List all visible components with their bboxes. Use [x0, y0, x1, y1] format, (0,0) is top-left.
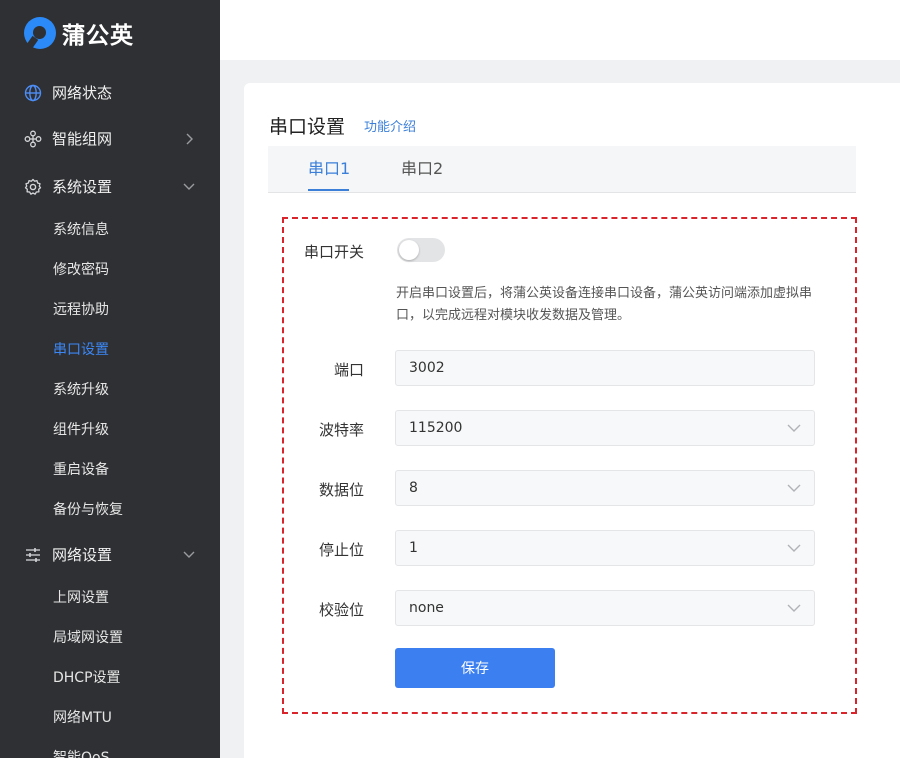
- chevron-down-icon: [787, 424, 801, 432]
- serial-hint-text: 开启串口设置后，将蒲公英设备连接串口设备，蒲公英访问端添加虚拟串口，以完成远程对…: [396, 286, 813, 323]
- serial-switch-toggle[interactable]: [397, 238, 445, 262]
- baud-rate-label: 波特率: [318, 421, 364, 439]
- sidebar-item-dhcp-settings[interactable]: DHCP设置: [53, 658, 121, 698]
- port-value: 3002: [409, 360, 445, 376]
- baud-rate-select[interactable]: 115200: [395, 410, 815, 446]
- page-title: 串口设置: [269, 116, 346, 138]
- nav-group-network-settings[interactable]: 网络设置: [0, 535, 220, 575]
- chevron-down-icon: [787, 604, 801, 612]
- tab-serial-1[interactable]: 串口1: [308, 146, 350, 192]
- sidebar-item-remote-assist[interactable]: 远程协助: [53, 290, 109, 330]
- sidebar-item-system-info[interactable]: 系统信息: [53, 210, 109, 250]
- sidebar-item-internet-settings[interactable]: 上网设置: [53, 578, 109, 618]
- serial-switch-label: 串口开关: [303, 243, 364, 261]
- save-button[interactable]: 保存: [395, 648, 555, 688]
- baud-rate-value: 115200: [409, 420, 463, 436]
- brand-name: 蒲公英: [62, 23, 134, 49]
- data-bits-value: 8: [409, 480, 418, 496]
- parity-label: 校验位: [318, 601, 364, 619]
- sidebar-item-serial-settings[interactable]: 串口设置: [53, 330, 109, 370]
- stop-bits-value: 1: [409, 540, 418, 556]
- sidebar-item-system-upgrade[interactable]: 系统升级: [53, 370, 109, 410]
- active-tab-indicator: [308, 189, 349, 191]
- sidebar-item-reboot[interactable]: 重启设备: [53, 450, 109, 490]
- data-bits-select[interactable]: 8: [395, 470, 815, 506]
- toggle-knob: [399, 240, 419, 260]
- nav-group-network-status[interactable]: 网络状态: [0, 73, 220, 113]
- top-bar: [220, 0, 900, 60]
- sliders-icon: [26, 548, 40, 562]
- sidebar-item-component-upgrade[interactable]: 组件升级: [53, 410, 109, 450]
- nav-group-system-settings[interactable]: 系统设置: [0, 167, 220, 207]
- sidebar-item-smart-qos[interactable]: 智能QoS: [53, 738, 109, 758]
- stop-bits-label: 停止位: [318, 541, 364, 559]
- port-label: 端口: [333, 361, 364, 379]
- nav-group-label: 网络状态: [52, 84, 113, 102]
- chevron-down-icon: [183, 551, 195, 558]
- parity-select[interactable]: none: [395, 590, 815, 626]
- chevron-down-icon: [183, 183, 195, 190]
- stop-bits-select[interactable]: 1: [395, 530, 815, 566]
- sidebar-item-backup-restore[interactable]: 备份与恢复: [53, 490, 123, 530]
- serial-tabs: 串口1 串口2: [268, 146, 856, 193]
- sidebar-item-lan-settings[interactable]: 局域网设置: [53, 618, 123, 658]
- nav-group-label: 网络设置: [52, 546, 113, 564]
- tab-serial-2[interactable]: 串口2: [401, 146, 443, 192]
- sidebar: 蒲公英 网络状态 智能组网 系统设置 系统信息 修改密码 远程协助 串口设置 系…: [0, 0, 220, 758]
- nav-group-label: 系统设置: [52, 178, 113, 196]
- data-bits-label: 数据位: [318, 481, 364, 499]
- chevron-right-icon: [186, 133, 193, 145]
- brand-mark-icon: [24, 17, 56, 49]
- feature-intro-link[interactable]: 功能介绍: [364, 116, 416, 135]
- gear-icon: [24, 178, 42, 195]
- brand-logo[interactable]: 蒲公英: [24, 14, 134, 52]
- sidebar-item-change-password[interactable]: 修改密码: [53, 250, 109, 290]
- network-nodes-icon: [24, 130, 42, 148]
- nav-group-label: 智能组网: [52, 130, 113, 148]
- sidebar-item-network-mtu[interactable]: 网络MTU: [53, 698, 112, 738]
- port-input[interactable]: 3002: [395, 350, 815, 386]
- chevron-down-icon: [787, 544, 801, 552]
- chevron-down-icon: [787, 484, 801, 492]
- nav-group-smart-networking[interactable]: 智能组网: [0, 119, 220, 159]
- globe-icon: [24, 84, 42, 102]
- parity-value: none: [409, 600, 444, 616]
